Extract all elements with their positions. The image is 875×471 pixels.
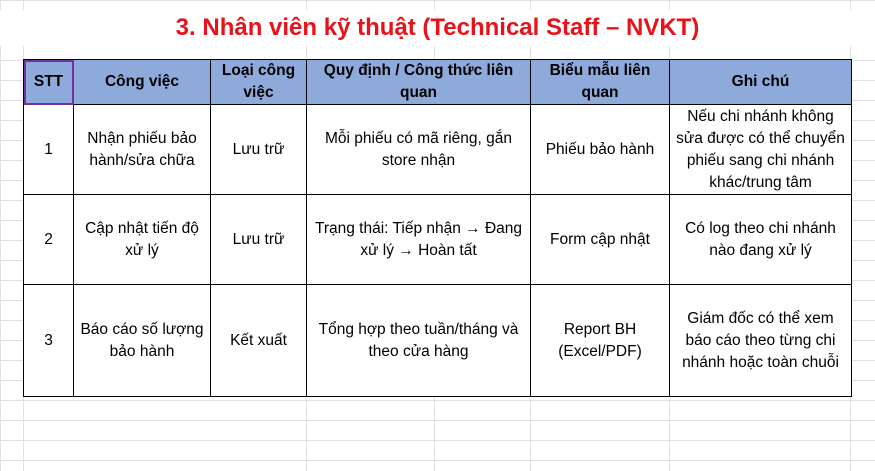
cell-quy-dinh[interactable]: Mỗi phiếu có mã riêng, gắn store nhận [306,104,531,195]
table-row: 1 Nhận phiếu bảo hành/sửa chữa Lưu trữ M… [23,104,852,195]
staff-task-table: STT Công việc Loại công việc Quy định / … [23,59,852,397]
cell-quy-dinh[interactable]: Tổng hợp theo tuần/tháng và theo cửa hàn… [306,284,531,397]
header-bieu-mau-cell[interactable]: Biểu mẫu liên quan [530,59,670,105]
cell-bieu-mau[interactable]: Form cập nhật [530,194,670,285]
cell-cong-viec[interactable]: Nhận phiếu bảo hành/sửa chữa [73,104,211,195]
header-ghi-chu-cell[interactable]: Ghi chú [669,59,852,105]
cell-stt[interactable]: 1 [23,104,74,195]
table-row: 3 Báo cáo số lượng bảo hành Kết xuất Tổn… [23,284,852,397]
cell-ghi-chu[interactable]: Có log theo chi nhánh nào đang xử lý [669,194,852,285]
sheet-title[interactable]: 3. Nhân viên kỹ thuật (Technical Staff –… [0,10,875,46]
cell-bieu-mau[interactable]: Phiếu bảo hành [530,104,670,195]
cell-quy-dinh[interactable]: Trạng thái: Tiếp nhận → Đang xử lý → Hoà… [306,194,531,285]
cell-bieu-mau[interactable]: Report BH (Excel/PDF) [530,284,670,397]
table-row: 2 Cập nhật tiến độ xử lý Lưu trữ Trạng t… [23,194,852,285]
cell-loai[interactable]: Lưu trữ [210,104,307,195]
cell-stt[interactable]: 2 [23,194,74,285]
cell-stt[interactable]: 3 [23,284,74,397]
cell-ghi-chu[interactable]: Nếu chi nhánh không sửa được có thể chuy… [669,104,852,195]
cell-cong-viec[interactable]: Cập nhật tiến độ xử lý [73,194,211,285]
cell-ghi-chu[interactable]: Giám đốc có thể xem báo cáo theo từng ch… [669,284,852,397]
cell-loai[interactable]: Kết xuất [210,284,307,397]
header-stt-cell[interactable]: STT [23,59,74,105]
cell-loai[interactable]: Lưu trữ [210,194,307,285]
cell-cong-viec[interactable]: Báo cáo số lượng bảo hành [73,284,211,397]
header-quy-dinh-cell[interactable]: Quy định / Công thức liên quan [306,59,531,105]
header-row: STT Công việc Loại công việc Quy định / … [23,59,852,105]
header-cong-viec-cell[interactable]: Công việc [73,59,211,105]
header-loai-cong-viec-cell[interactable]: Loại công việc [210,59,307,105]
